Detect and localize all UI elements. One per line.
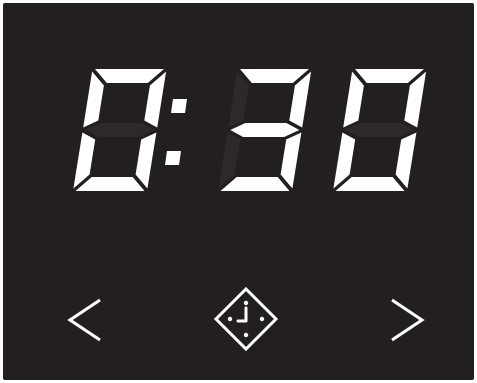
colon bbox=[165, 99, 187, 165]
prev-button[interactable] bbox=[66, 296, 106, 344]
segment-c bbox=[135, 132, 157, 189]
segment-a bbox=[240, 69, 309, 83]
digit-units-seconds bbox=[333, 69, 427, 191]
segment-g bbox=[85, 123, 155, 137]
digit-tens-seconds bbox=[218, 69, 312, 191]
segment-f bbox=[83, 71, 104, 128]
segment-g bbox=[230, 123, 300, 137]
clock-button[interactable] bbox=[213, 286, 279, 352]
chevron-left-icon bbox=[67, 298, 101, 342]
clock-icon bbox=[213, 286, 279, 352]
digit-minutes bbox=[73, 69, 167, 191]
segment-a bbox=[95, 69, 164, 83]
segment-a bbox=[355, 69, 424, 83]
segment-c bbox=[395, 132, 417, 189]
segment-g bbox=[345, 123, 415, 137]
segment-d bbox=[220, 177, 290, 191]
next-button[interactable] bbox=[386, 296, 426, 344]
timer-panel: 0:30 bbox=[3, 3, 474, 380]
chevron-right-icon bbox=[391, 298, 425, 342]
segment-d bbox=[335, 177, 405, 191]
segment-f bbox=[343, 71, 364, 128]
segment-c bbox=[280, 132, 302, 189]
segment-f bbox=[228, 71, 249, 128]
segment-d bbox=[75, 177, 145, 191]
